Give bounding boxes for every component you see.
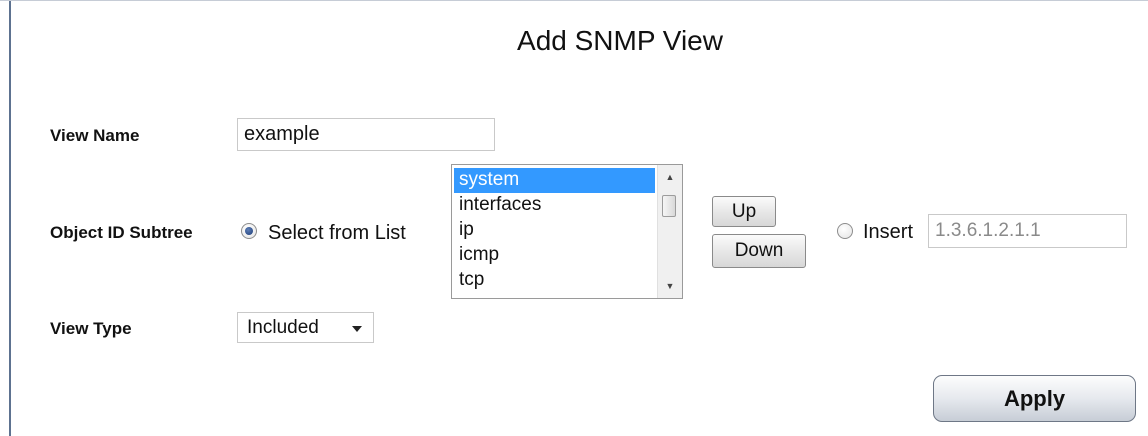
- scroll-up-arrow-icon[interactable]: ▲: [658, 167, 682, 187]
- page-title: Add SNMP View: [517, 25, 723, 56]
- list-item-system[interactable]: system: [454, 168, 655, 193]
- view-type-selected-value: Included: [247, 317, 319, 338]
- select-from-list-label: Select from List: [268, 222, 406, 244]
- object-id-listbox[interactable]: system interfaces ip icmp tcp ▲ ▼: [451, 164, 683, 299]
- listbox-scrollbar[interactable]: ▲ ▼: [657, 165, 682, 298]
- view-type-select[interactable]: Included: [237, 312, 374, 343]
- view-name-label: View Name: [50, 126, 140, 145]
- list-item-icmp[interactable]: icmp: [454, 243, 655, 268]
- left-frame-border: [9, 1, 11, 436]
- list-item-tcp[interactable]: tcp: [454, 268, 655, 293]
- up-button[interactable]: Up: [712, 196, 776, 227]
- view-name-input[interactable]: [237, 118, 495, 151]
- object-id-subtree-label: Object ID Subtree: [50, 223, 193, 242]
- scroll-down-arrow-icon[interactable]: ▼: [658, 276, 682, 296]
- list-item-ip[interactable]: ip: [454, 218, 655, 243]
- down-button[interactable]: Down: [712, 234, 806, 268]
- list-item-interfaces[interactable]: interfaces: [454, 193, 655, 218]
- view-type-label: View Type: [50, 319, 132, 338]
- chevron-down-icon: [352, 326, 362, 332]
- select-from-list-radio[interactable]: [241, 223, 257, 239]
- insert-label: Insert: [863, 221, 914, 243]
- scroll-thumb[interactable]: [662, 195, 676, 217]
- add-snmp-view-page: Add SNMP View View Name Object ID Subtre…: [0, 0, 1148, 436]
- insert-radio[interactable]: [837, 223, 853, 239]
- insert-oid-input[interactable]: [928, 214, 1127, 248]
- apply-button[interactable]: Apply: [933, 375, 1136, 422]
